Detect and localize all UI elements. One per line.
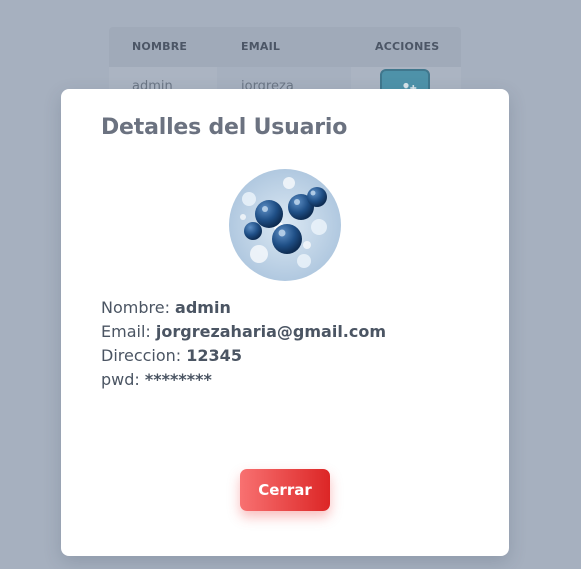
- field-direccion: Direccion: 12345: [101, 346, 242, 365]
- field-email: Email: jorgrezaharia@gmail.com: [101, 322, 387, 341]
- user-info: Nombre: admin Email: jorgrezaharia@gmail…: [101, 296, 386, 392]
- modal-title: Detalles del Usuario: [101, 115, 348, 140]
- avatar-image: [229, 169, 341, 281]
- avatar: [229, 169, 341, 281]
- field-pwd: pwd: ********: [101, 370, 212, 389]
- field-nombre: Nombre: admin: [101, 298, 231, 317]
- user-details-modal: Detalles del Usuario Nombre: admin Email…: [61, 89, 509, 556]
- close-button[interactable]: Cerrar: [240, 469, 330, 511]
